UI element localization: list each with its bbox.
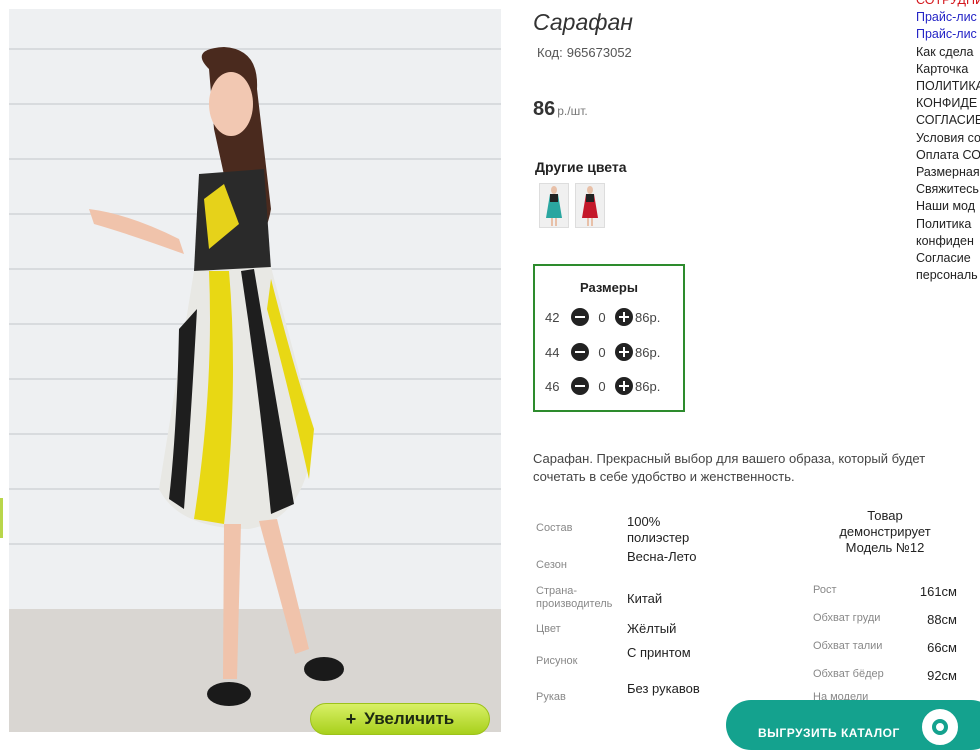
price-unit: р./шт. xyxy=(557,104,588,118)
nav-link[interactable]: СОГЛАСИЕ xyxy=(916,112,980,129)
nav-link[interactable]: Прайс-лис xyxy=(916,9,980,26)
teal-dress-thumb[interactable] xyxy=(539,183,569,228)
model-key: Рост xyxy=(813,584,837,596)
model-title: Товар демонстрирует Модель №12 xyxy=(839,508,931,555)
left-edge-tab[interactable] xyxy=(0,498,3,538)
size-quantity: 0 xyxy=(598,344,606,360)
nav-link[interactable]: Прайс-лис xyxy=(916,26,980,43)
minus-icon[interactable] xyxy=(571,377,589,395)
spec-key: Рисунок xyxy=(536,655,578,667)
nav-link[interactable]: персональ xyxy=(916,267,980,284)
size-label: 46 xyxy=(545,378,560,394)
spec-key: Сезон xyxy=(536,559,567,571)
sizes-title: Размеры xyxy=(580,280,638,295)
other-colors-title: Другие цвета xyxy=(535,159,627,175)
product-photo[interactable] xyxy=(9,9,501,732)
plus-icon[interactable] xyxy=(615,343,633,361)
size-label: 42 xyxy=(545,309,560,325)
product-code-value: 965673052 xyxy=(566,45,632,60)
side-nav: СОТРУДНИ Прайс-лис Прайс-лис Как сдела К… xyxy=(916,0,980,290)
minus-icon[interactable] xyxy=(571,308,589,326)
size-price: 86р. xyxy=(635,309,661,325)
nav-link[interactable]: Карточка xyxy=(916,61,980,78)
size-quantity: 0 xyxy=(598,378,606,394)
red-dress-thumb[interactable] xyxy=(575,183,605,228)
nav-link[interactable]: ПОЛИТИКА xyxy=(916,78,980,95)
spec-key: Цвет xyxy=(536,623,561,635)
plus-icon: + xyxy=(345,708,357,729)
nav-link[interactable]: конфиден xyxy=(916,233,980,250)
model-value: 88см xyxy=(927,612,957,627)
size-quantity: 0 xyxy=(598,309,606,325)
spec-value: Жёлтый xyxy=(627,621,677,636)
size-row: 44 0 86р. xyxy=(545,342,660,362)
size-price: 86р. xyxy=(635,378,661,394)
model-row: Обхват бёдер 92см xyxy=(813,668,963,684)
model-key: Обхват груди xyxy=(813,612,881,624)
size-label: 44 xyxy=(545,344,560,360)
model-key: Обхват бёдер xyxy=(813,668,884,680)
spec-value: Без рукавов xyxy=(627,681,700,696)
spec-value: Китай xyxy=(627,591,663,606)
plus-icon[interactable] xyxy=(615,308,633,326)
export-catalog-label: ВЫГРУЗИТЬ КАТАЛОГ xyxy=(758,726,900,740)
product-code-label: Код: xyxy=(537,45,563,60)
size-row: 42 0 86р. xyxy=(545,307,660,327)
plus-icon[interactable] xyxy=(615,377,633,395)
nav-link[interactable]: Свяжитесь xyxy=(916,181,980,198)
price-value: 86 xyxy=(533,98,556,120)
product-title: Сарафан xyxy=(533,9,633,35)
model-key: Обхват талии xyxy=(813,640,883,652)
nav-link[interactable]: Политика xyxy=(916,216,980,233)
nav-link[interactable]: КОНФИДЕ xyxy=(916,95,980,112)
model-value: 92см xyxy=(927,668,957,683)
minus-icon[interactable] xyxy=(571,343,589,361)
nav-link[interactable]: Согласие xyxy=(916,250,980,267)
size-price: 86р. xyxy=(635,344,661,360)
spec-key: Страна-производитель xyxy=(536,585,613,610)
sizes-box: Размеры 42 0 86р. 44 0 86р. 46 0 86р. xyxy=(533,264,685,412)
spec-value: С принтом xyxy=(627,645,691,660)
other-colors-thumbs xyxy=(539,183,605,228)
nav-link[interactable]: Как сдела xyxy=(916,44,980,61)
nav-link[interactable]: Условия со xyxy=(916,130,980,147)
export-icon[interactable] xyxy=(918,705,962,749)
model-row: Обхват груди 88см xyxy=(813,612,963,628)
zoom-label: Увеличить xyxy=(364,709,455,728)
spec-value: 100% полиэстер xyxy=(627,514,690,545)
model-row: Рост 161см xyxy=(813,584,963,600)
model-value: 161см xyxy=(919,584,957,599)
nav-link[interactable]: Размерная xyxy=(916,164,980,181)
nav-link[interactable]: Оплата СО xyxy=(916,147,980,164)
zoom-button[interactable]: + Увеличить xyxy=(310,703,490,735)
spec-value: Весна-Лето xyxy=(627,549,697,564)
model-row: Обхват талии 66см xyxy=(813,640,963,656)
nav-link[interactable]: Наши мод xyxy=(916,198,980,215)
size-row: 46 0 86р. xyxy=(545,376,660,396)
nav-link[interactable]: СОТРУДНИ xyxy=(916,0,980,9)
model-value: 66см xyxy=(927,640,957,655)
spec-key: Состав xyxy=(536,522,573,534)
product-description: Сарафан. Прекрасный выбор для вашего обр… xyxy=(533,451,926,484)
product-code: Код: 965673052 xyxy=(533,45,632,60)
product-price: 86 р./шт. xyxy=(533,98,588,121)
spec-key: Рукав xyxy=(536,691,566,703)
